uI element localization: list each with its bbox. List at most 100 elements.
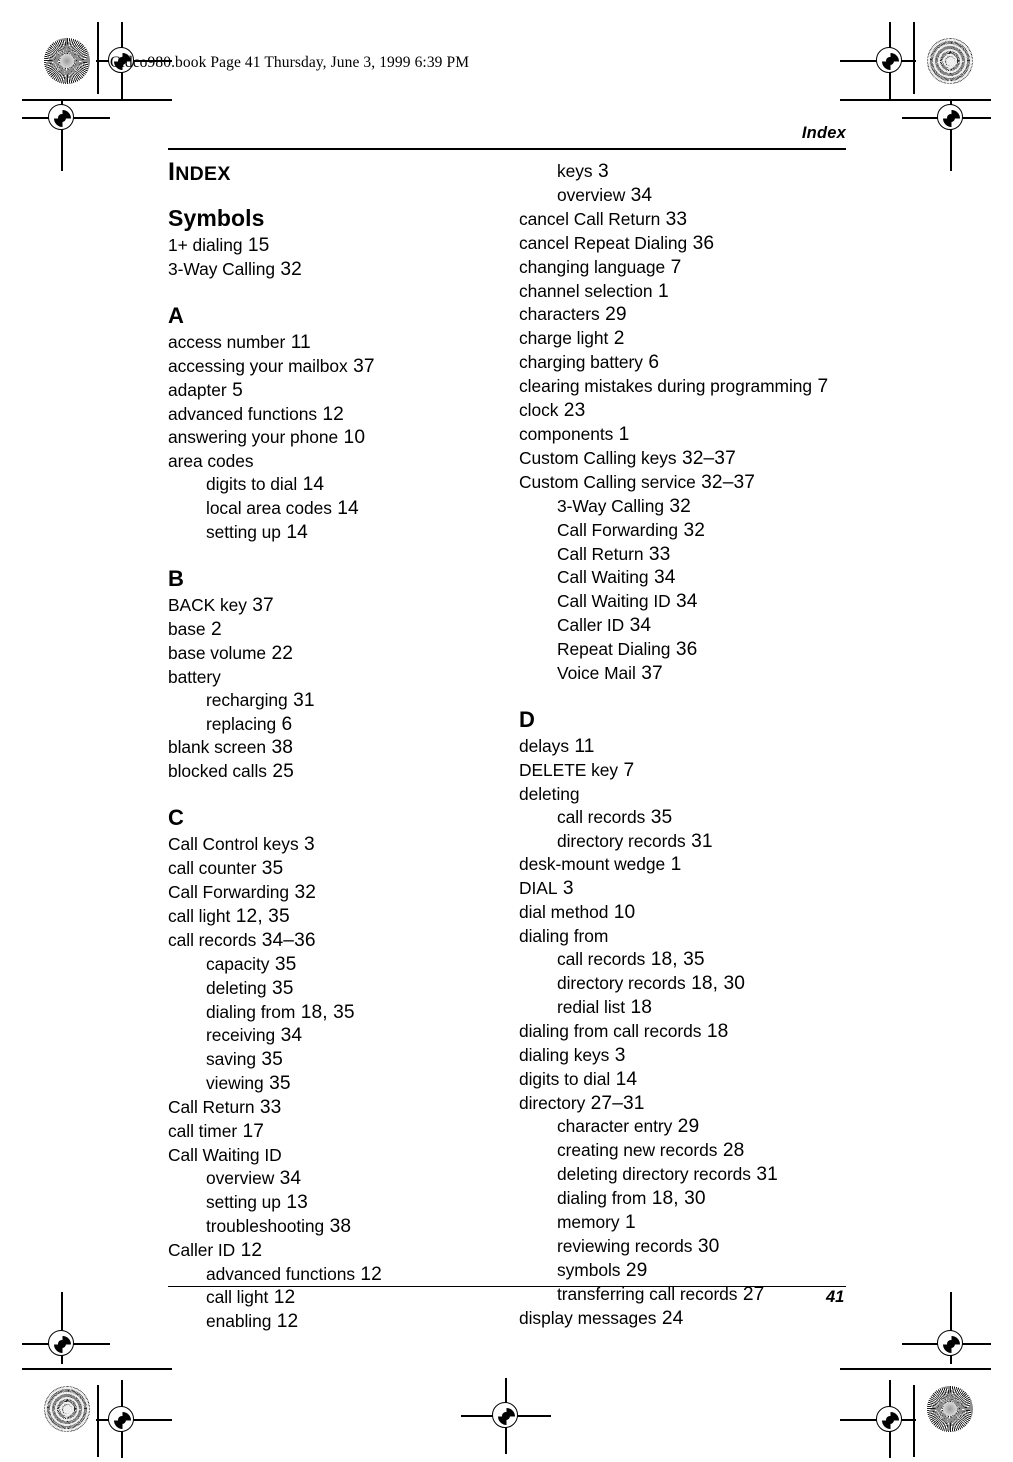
- index-entry[interactable]: delays 11: [519, 735, 864, 759]
- index-entry[interactable]: Call Forwarding 32: [168, 881, 513, 905]
- index-entry-page: 35: [256, 858, 284, 880]
- index-subentry[interactable]: redial list 18: [519, 996, 864, 1020]
- index-entry[interactable]: changing language 7: [519, 256, 864, 280]
- index-entry[interactable]: blank screen 38: [168, 736, 513, 760]
- index-entry[interactable]: Custom Calling service 32–37: [519, 471, 864, 495]
- index-entry[interactable]: Call Return 33: [168, 1096, 513, 1120]
- index-subentry[interactable]: call records 35: [519, 806, 864, 830]
- index-subentry[interactable]: Call Waiting 34: [519, 566, 864, 590]
- index-entry-page: 14: [280, 522, 308, 544]
- index-entry[interactable]: Caller ID 12: [168, 1239, 513, 1263]
- index-entry[interactable]: digits to dial 14: [519, 1068, 864, 1092]
- index-entry[interactable]: DIAL 3: [519, 877, 864, 901]
- index-entry[interactable]: dialing from call records 18: [519, 1020, 864, 1044]
- index-subentry[interactable]: symbols 29: [519, 1259, 864, 1283]
- index-entry[interactable]: Call Control keys 3: [168, 833, 513, 857]
- index-entry[interactable]: base volume 22: [168, 642, 513, 666]
- index-subentry[interactable]: recharging 31: [168, 689, 513, 713]
- index-subentry[interactable]: overview 34: [168, 1167, 513, 1191]
- index-entry[interactable]: directory 27–31: [519, 1092, 864, 1116]
- index-entry[interactable]: Call Waiting ID: [168, 1144, 513, 1167]
- index-entry-page: 35: [645, 806, 673, 828]
- index-subentry[interactable]: capacity 35: [168, 953, 513, 977]
- index-entry[interactable]: deleting: [519, 783, 864, 806]
- index-entry[interactable]: components 1: [519, 423, 864, 447]
- index-subentry[interactable]: memory 1: [519, 1211, 864, 1235]
- index-subentry[interactable]: deleting directory records 31: [519, 1163, 864, 1187]
- index-subentry[interactable]: dialing from 18, 30: [519, 1187, 864, 1211]
- index-subentry[interactable]: Repeat Dialing 36: [519, 638, 864, 662]
- index-subentry[interactable]: directory records 18, 30: [519, 972, 864, 996]
- index-subentry[interactable]: advanced functions 12: [168, 1263, 513, 1287]
- index-entry[interactable]: desk-mount wedge 1: [519, 853, 864, 877]
- index-entry[interactable]: dial method 10: [519, 901, 864, 925]
- index-entry[interactable]: BACK key 37: [168, 594, 513, 618]
- index-entry[interactable]: cancel Call Return 33: [519, 208, 864, 232]
- index-subentry[interactable]: troubleshooting 38: [168, 1215, 513, 1239]
- index-subentry[interactable]: Call Return 33: [519, 543, 864, 567]
- index-subentry[interactable]: dialing from 18, 35: [168, 1001, 513, 1025]
- index-entry[interactable]: call counter 35: [168, 857, 513, 881]
- index-subentry[interactable]: local area codes 14: [168, 497, 513, 521]
- index-subentry[interactable]: overview 34: [519, 184, 864, 208]
- index-subentry[interactable]: creating new records 28: [519, 1139, 864, 1163]
- index-entry[interactable]: base 2: [168, 618, 513, 642]
- index-entry[interactable]: DELETE key 7: [519, 759, 864, 783]
- index-entry[interactable]: characters 29: [519, 303, 864, 327]
- registration-target-top-right: [873, 44, 907, 78]
- index-subentry[interactable]: keys 3: [519, 160, 864, 184]
- index-subentry[interactable]: replacing 6: [168, 713, 513, 737]
- index-entry[interactable]: 3-Way Calling 32: [168, 258, 513, 282]
- index-entry[interactable]: battery: [168, 666, 513, 689]
- index-entry[interactable]: call records 34–36: [168, 929, 513, 953]
- index-entry[interactable]: dialing keys 3: [519, 1044, 864, 1068]
- index-entry[interactable]: call light 12, 35: [168, 905, 513, 929]
- index-entry-label: components: [519, 423, 614, 444]
- index-entry[interactable]: clearing mistakes during programming 7: [519, 375, 864, 399]
- index-entry[interactable]: channel selection 1: [519, 280, 864, 304]
- registration-target-right-top: [934, 101, 968, 135]
- index-subentry[interactable]: setting up 14: [168, 521, 513, 545]
- index-subentry[interactable]: saving 35: [168, 1048, 513, 1072]
- index-entry-page: 12: [268, 1287, 296, 1309]
- index-entry[interactable]: area codes: [168, 450, 513, 473]
- index-subentry[interactable]: character entry 29: [519, 1115, 864, 1139]
- index-entry[interactable]: blocked calls 25: [168, 760, 513, 784]
- index-subentry[interactable]: Call Waiting ID 34: [519, 590, 864, 614]
- index-entry[interactable]: cancel Repeat Dialing 36: [519, 232, 864, 256]
- index-subentry[interactable]: 3-Way Calling 32: [519, 495, 864, 519]
- index-entry-page: 3: [609, 1044, 626, 1066]
- index-entry[interactable]: Custom Calling keys 32–37: [519, 447, 864, 471]
- index-subentry[interactable]: Call Forwarding 32: [519, 519, 864, 543]
- index-subentry[interactable]: directory records 31: [519, 830, 864, 854]
- index-subentry[interactable]: call records 18, 35: [519, 948, 864, 972]
- index-subentry[interactable]: digits to dial 14: [168, 473, 513, 497]
- index-entry[interactable]: charging battery 6: [519, 351, 864, 375]
- index-entry[interactable]: 1+ dialing 15: [168, 234, 513, 258]
- index-entry[interactable]: advanced functions 12: [168, 403, 513, 427]
- index-subentry[interactable]: Voice Mail 37: [519, 662, 864, 686]
- page-number: 41: [826, 1288, 845, 1306]
- index-entry-page: 35: [266, 977, 294, 999]
- index-subentry[interactable]: viewing 35: [168, 1072, 513, 1096]
- index-entry[interactable]: accessing your mailbox 37: [168, 355, 513, 379]
- index-entry[interactable]: charge light 2: [519, 327, 864, 351]
- index-entry[interactable]: answering your phone 10: [168, 426, 513, 450]
- index-subentry[interactable]: receiving 34: [168, 1024, 513, 1048]
- index-subentry[interactable]: Caller ID 34: [519, 614, 864, 638]
- index-entry[interactable]: display messages 24: [519, 1307, 864, 1331]
- index-entry-page: 32: [274, 258, 302, 280]
- index-entry[interactable]: adapter 5: [168, 379, 513, 403]
- index-entry-label: digits to dial: [206, 474, 298, 495]
- index-subentry[interactable]: reviewing records 30: [519, 1235, 864, 1259]
- index-subentry[interactable]: setting up 13: [168, 1191, 513, 1215]
- index-entry[interactable]: access number 11: [168, 331, 513, 355]
- index-entry[interactable]: clock 23: [519, 399, 864, 423]
- index-subentry[interactable]: call light 12: [168, 1286, 513, 1310]
- index-entry[interactable]: call timer 17: [168, 1120, 513, 1144]
- index-subentry[interactable]: deleting 35: [168, 977, 513, 1001]
- index-entry-page: 18, 30: [646, 1188, 706, 1210]
- index-entry[interactable]: dialing from: [519, 925, 864, 948]
- index-subentry[interactable]: enabling 12: [168, 1310, 513, 1334]
- index-entry-page: 30: [692, 1235, 720, 1257]
